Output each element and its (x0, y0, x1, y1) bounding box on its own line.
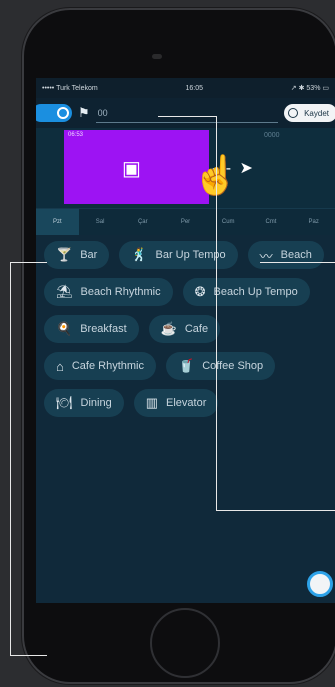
status-bar: ••••• Turk Telekom 16:05 ↗ ✱ 53% ▭ (36, 78, 335, 98)
clock: 16:05 (185, 84, 204, 92)
block-time: 06:53 (68, 132, 84, 138)
day-tab[interactable]: Çar (121, 219, 164, 225)
category-chip[interactable]: ▥ Elevator (133, 389, 219, 417)
category-label: Beach Up Tempo (213, 286, 298, 298)
schedule-name-input[interactable] (95, 103, 279, 123)
category-chip[interactable]: 🍳 Breakfast (44, 315, 139, 343)
category-label: Coffee Shop (202, 360, 264, 372)
toaster-icon: ▣ (122, 158, 141, 180)
beach-ball-icon: ❂ (194, 284, 206, 299)
save-button[interactable]: Kaydet (284, 104, 335, 122)
app-screen: ••••• Turk Telekom 16:05 ↗ ✱ 53% ▭ ⚑ Kay… (36, 78, 335, 603)
carrier-label: ••••• Turk Telekom (42, 84, 98, 92)
category-chip[interactable]: 🥤 Coffee Shop (166, 352, 276, 380)
guide-line-bottom (216, 510, 335, 512)
save-label: Kaydet (304, 108, 329, 118)
schedule-block[interactable]: 06:53 ▣ (64, 130, 209, 204)
flag-icon: ⚑ (78, 105, 90, 120)
status-icons: ↗ ✱ 53% ▭ (290, 85, 329, 92)
day-tab[interactable]: Pzt (36, 209, 79, 235)
category-label: Beach Rhythmic (80, 286, 161, 298)
category-chip[interactable]: 〰 Beach (247, 241, 324, 269)
toggle-knob (57, 107, 69, 119)
category-label: Beach (280, 249, 312, 261)
day-tab[interactable]: Sal (79, 219, 122, 225)
dancer-icon: 🕺 (131, 247, 148, 262)
umbrella-icon: ⛱ (56, 284, 73, 299)
category-label: Breakfast (80, 323, 127, 335)
category-chip[interactable]: ❂ Beach Up Tempo (182, 278, 310, 306)
save-circle-icon (288, 108, 299, 118)
empty-slot-time: 0000 (264, 132, 280, 139)
earpiece-speaker (152, 54, 162, 59)
breakfast-icon: 🍳 (56, 321, 73, 336)
category-chip[interactable]: 🍸 Bar (44, 241, 110, 269)
guide-line-center (216, 116, 218, 510)
category-chip[interactable]: ⛱ Beach Rhythmic (44, 278, 173, 306)
day-selector: Pzt Sal Çar Per Cum Cmt Paz (36, 208, 335, 235)
category-label: Elevator (166, 397, 207, 409)
guide-line-left (10, 262, 47, 656)
category-label: Dining (80, 397, 112, 409)
guide-line-top (158, 116, 216, 118)
dining-icon: 🍽 (56, 395, 73, 410)
elevator-icon: ▥ (145, 395, 158, 410)
day-tab[interactable]: Per (164, 219, 207, 225)
cocktail-icon: 🍸 (56, 247, 73, 262)
category-label: Bar (80, 249, 98, 261)
category-chip[interactable]: ⌂ Cafe Rhythmic (44, 352, 156, 380)
toolbar: ⚑ Kaydet (36, 98, 335, 128)
category-chip[interactable]: 🍽 Dining (44, 389, 124, 417)
category-chip[interactable]: 🕺 Bar Up Tempo (119, 241, 238, 269)
takeaway-cup-icon: 🥤 (178, 358, 195, 373)
day-tab[interactable]: Cmt (250, 219, 293, 225)
timeline[interactable]: 06:53 ▣ 0000 - - ➤ ☝ (36, 128, 335, 208)
guide-line-right (260, 262, 335, 264)
day-tab[interactable]: Paz (292, 219, 335, 225)
day-tab[interactable]: Cum (207, 219, 250, 225)
home-button (150, 608, 220, 678)
category-label: Cafe (184, 323, 209, 335)
floating-action-button[interactable] (307, 571, 333, 597)
category-chip[interactable]: ☕ Cafe (148, 315, 221, 343)
coffee-cup-icon: ☕ (160, 321, 177, 336)
cafe-building-icon: ⌂ (56, 358, 64, 374)
category-label: Cafe Rhythmic (71, 360, 144, 372)
enable-toggle[interactable] (36, 104, 72, 122)
